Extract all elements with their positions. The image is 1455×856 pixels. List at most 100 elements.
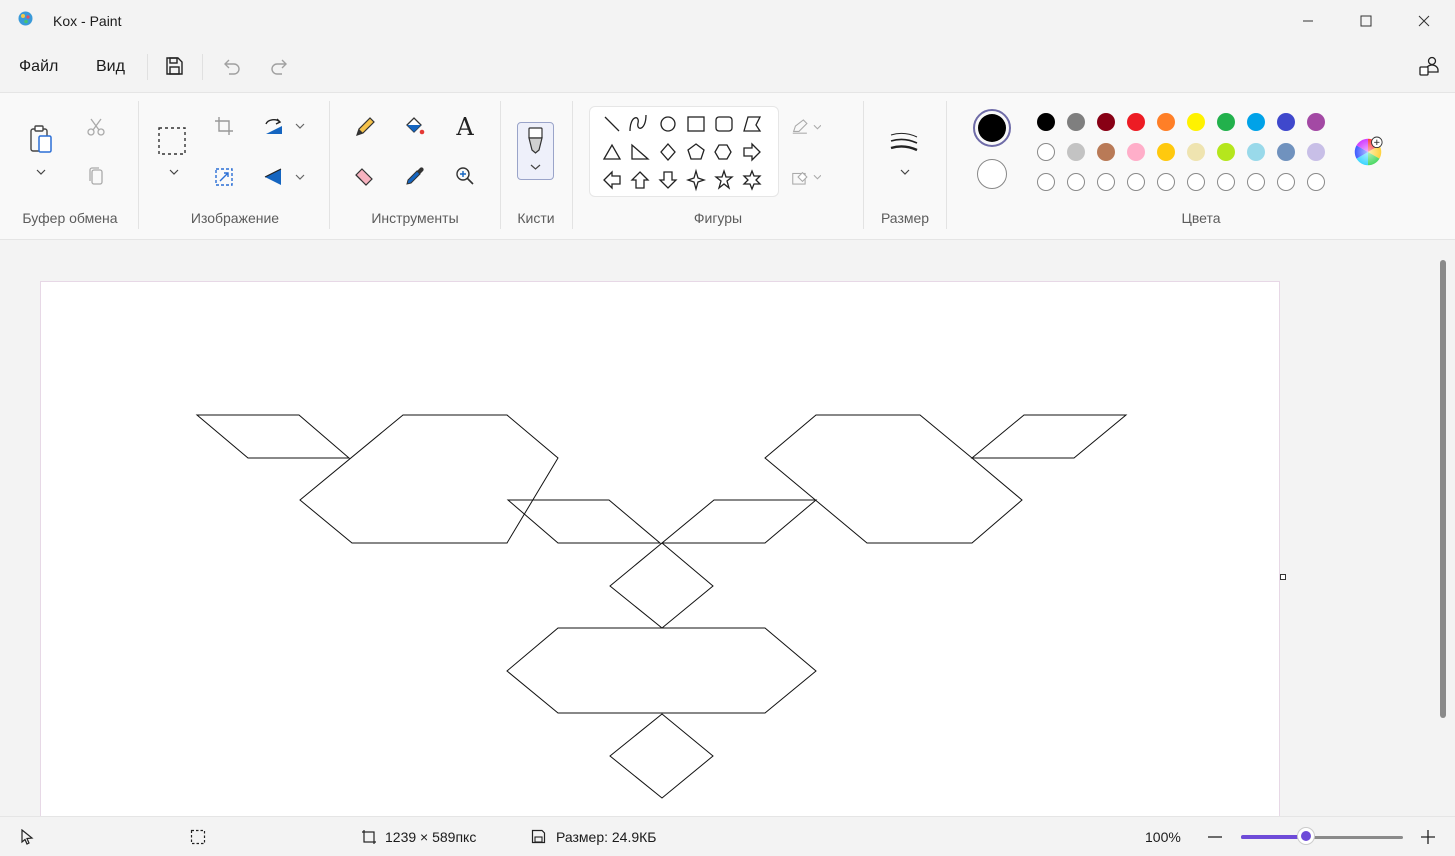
resize-icon (215, 168, 233, 186)
zoom-slider-thumb[interactable] (1296, 827, 1315, 845)
close-button[interactable] (1395, 0, 1453, 42)
palette-color-swatch[interactable] (1067, 173, 1085, 191)
shapes-label: Фигуры (693, 210, 743, 226)
secondary-color-button[interactable] (977, 159, 1007, 189)
vertical-scrollbar[interactable] (1440, 260, 1446, 718)
palette-color-swatch[interactable] (1157, 143, 1175, 161)
resize-button[interactable] (209, 162, 239, 192)
palette-color-swatch[interactable] (1157, 113, 1175, 131)
ribbon-separator (138, 101, 139, 229)
palette-color-swatch[interactable] (1307, 173, 1325, 191)
eraser-button[interactable] (350, 161, 380, 191)
palette-color-swatch[interactable] (1187, 173, 1205, 191)
palette-color-swatch[interactable] (1157, 173, 1175, 191)
copy-button[interactable] (81, 161, 111, 191)
hexagon-shape (506, 627, 817, 714)
palette-color-swatch[interactable] (1127, 173, 1145, 191)
title-bar: Kox - Paint (0, 0, 1455, 42)
palette-color-swatch[interactable] (1217, 143, 1235, 161)
palette-color-swatch[interactable] (1217, 113, 1235, 131)
canvas-size-text: 1239 × 589пкс (385, 829, 477, 845)
eyedropper-icon (406, 167, 424, 185)
drawing-canvas[interactable] (40, 281, 1280, 816)
palette-color-swatch[interactable] (1247, 143, 1265, 161)
select-button[interactable] (157, 126, 187, 156)
chevron-down-icon (295, 123, 305, 129)
line-width-icon (890, 132, 918, 152)
cut-button[interactable] (81, 112, 111, 142)
palette-color-swatch[interactable] (1217, 173, 1235, 191)
select-dropdown[interactable] (159, 157, 189, 187)
magnifier-button[interactable] (450, 161, 480, 191)
palette-color-swatch[interactable] (1097, 113, 1115, 131)
shapes-gallery (589, 106, 779, 197)
scissors-icon (87, 118, 105, 136)
palette-color-swatch[interactable] (1067, 143, 1085, 161)
undo-button[interactable] (218, 53, 244, 79)
hexagon-shape (299, 414, 559, 544)
canvas-drawing (195, 414, 1128, 799)
size-dropdown[interactable] (890, 157, 920, 187)
chevron-down-icon (900, 169, 910, 175)
brushes-button[interactable] (517, 122, 554, 180)
pencil-button[interactable] (350, 112, 380, 142)
fill-button[interactable] (400, 112, 430, 142)
palette-color-swatch[interactable] (1037, 143, 1055, 161)
image-group: Изображение (140, 93, 330, 241)
palette-color-swatch[interactable] (1307, 113, 1325, 131)
zoom-level[interactable]: 100% (1145, 829, 1181, 845)
palette-color-swatch[interactable] (1247, 113, 1265, 131)
minus-icon (1208, 836, 1222, 838)
palette-color-swatch[interactable] (1127, 113, 1145, 131)
outline-button[interactable] (791, 112, 821, 142)
redo-button[interactable] (267, 53, 293, 79)
text-button[interactable]: A (450, 112, 480, 142)
image-label: Изображение (190, 210, 280, 226)
tools-label: Инструменты (371, 210, 459, 226)
ribbon: Буфер обмена Изображение A Инструменты К… (0, 92, 1455, 240)
rotate-dropdown[interactable] (285, 111, 315, 141)
palette-color-swatch[interactable] (1187, 113, 1205, 131)
maximize-button[interactable] (1337, 0, 1395, 42)
menu-view[interactable]: Вид (96, 58, 125, 76)
minimize-button[interactable] (1279, 0, 1337, 42)
palette-color-swatch[interactable] (1277, 143, 1295, 161)
shapes-group: Фигуры (573, 93, 863, 241)
palette-color-swatch[interactable] (1187, 143, 1205, 161)
palette-color-swatch[interactable] (1097, 143, 1115, 161)
rectangle-select-icon (158, 127, 186, 155)
paste-dropdown[interactable] (26, 157, 56, 187)
menu-file[interactable]: Файл (19, 58, 58, 76)
account-icon (1419, 56, 1439, 76)
palette-color-swatch[interactable] (1037, 173, 1055, 191)
edit-colors-button[interactable] (1353, 136, 1383, 167)
save-button[interactable] (161, 53, 187, 79)
save-icon (166, 57, 183, 75)
palette-color-swatch[interactable] (1037, 113, 1055, 131)
clipboard-group: Буфер обмена (0, 93, 140, 241)
chevron-down-icon (36, 169, 46, 175)
palette-color-swatch[interactable] (1127, 143, 1145, 161)
fill-shape-button[interactable] (791, 162, 821, 192)
color-picker-button[interactable] (400, 161, 430, 191)
primary-color-swatch (978, 114, 1006, 142)
zoom-in-button[interactable] (1420, 829, 1436, 850)
size-button[interactable] (889, 127, 919, 157)
zoom-out-button[interactable] (1207, 829, 1223, 850)
account-button[interactable] (1416, 53, 1442, 79)
palette-color-swatch[interactable] (1097, 173, 1115, 191)
parallelogram-shape (195, 414, 351, 459)
primary-color-button[interactable] (973, 109, 1011, 147)
paste-button[interactable] (26, 125, 56, 155)
flip-dropdown[interactable] (285, 162, 315, 192)
palette-color-swatch[interactable] (1277, 113, 1295, 131)
menu-separator (202, 54, 203, 80)
palette-color-swatch[interactable] (1247, 173, 1265, 191)
crop-button[interactable] (209, 111, 239, 141)
palette-color-swatch[interactable] (1067, 113, 1085, 131)
window-title: Kox - Paint (53, 13, 122, 29)
palette-color-swatch[interactable] (1277, 173, 1295, 191)
canvas-resize-handle[interactable] (1280, 574, 1286, 580)
palette-color-swatch[interactable] (1307, 143, 1325, 161)
chevron-down-icon (169, 169, 179, 175)
